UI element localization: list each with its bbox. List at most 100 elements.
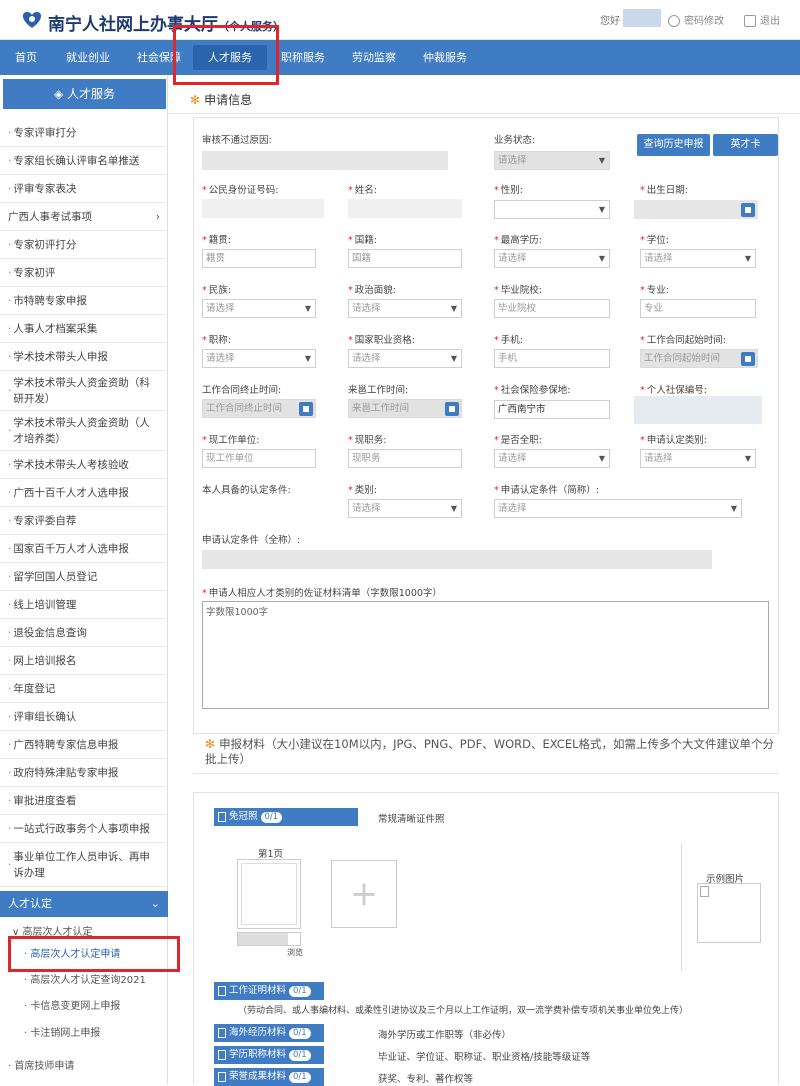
birth-date-label: * 出生日期: xyxy=(640,185,688,196)
talent-card-button[interactable]: 英才卡 xyxy=(713,134,778,156)
nav-home[interactable]: 首页 xyxy=(15,40,37,75)
sidebar-item[interactable]: · 学术技术带头人考核验收 xyxy=(0,451,166,479)
calendar-icon xyxy=(299,402,313,416)
gender-label: * 性别: xyxy=(494,185,523,196)
sidebar-item[interactable]: · 专家评审打分 xyxy=(0,119,166,147)
power-icon xyxy=(668,15,680,27)
file-progress-bar xyxy=(237,932,301,946)
professional-title-label: * 职称: xyxy=(202,335,231,346)
contract-end-date[interactable]: 工作合同终止时间 xyxy=(202,399,316,418)
caret-down-icon: ▼ xyxy=(598,454,605,463)
contract-start-date[interactable]: 工作合同起始时间 xyxy=(640,349,758,368)
application-form: 审核不通过原因: 业务状态: 请选择 ▼ 查询历史申报 英才卡 * 公民身份证号码:… xyxy=(193,117,779,734)
status-select: 请选择 ▼ xyxy=(494,151,610,170)
sidebar-item[interactable]: · 人事人才档案采集 xyxy=(0,315,166,343)
sidebar-item[interactable]: · 留学回国人员登记 xyxy=(0,563,166,591)
materials-list-textarea[interactable]: 字数限1000字 xyxy=(202,601,769,709)
caret-down-icon: ▼ xyxy=(450,354,457,363)
sidebar-item[interactable]: · 国家百千万人才人选申报 xyxy=(0,535,166,563)
query-history-button[interactable]: 查询历史申报 xyxy=(637,134,710,156)
sidebar-item[interactable]: · 学术技术带头人资金资助（科研开发） xyxy=(0,371,166,411)
logout-link[interactable]: 退出 xyxy=(744,12,780,27)
school-input[interactable]: 毕业院校 xyxy=(494,299,610,318)
chevron-right-icon: › xyxy=(155,210,160,223)
employer-label: * 现工作单位: xyxy=(202,435,260,446)
upload-note: （大小建议在10M以内，JPG、PNG、PDF、WORD、EXCEL格式，如需上… xyxy=(205,737,774,766)
full-condition-field xyxy=(202,550,712,569)
major-input[interactable]: 专业 xyxy=(640,299,756,318)
contract-start-label: * 工作合同起始时间: xyxy=(640,335,726,346)
gender-select[interactable]: ▼ xyxy=(494,200,610,219)
sidebar-item[interactable]: · 市特聘专家申报 xyxy=(0,287,166,315)
degree-select[interactable]: 请选择 ▼ xyxy=(640,249,756,268)
id-number-field xyxy=(202,199,324,218)
greeting: 您好 xyxy=(600,16,620,27)
document-icon xyxy=(218,1071,226,1082)
nationality-label: * 国籍: xyxy=(348,235,377,246)
add-file-plus-icon[interactable]: + xyxy=(331,860,397,928)
fulltime-select[interactable]: 请选择 ▼ xyxy=(494,449,610,468)
sidebar-item[interactable]: · 评审专家表决 xyxy=(0,175,166,203)
sidebar-subitem[interactable]: · 卡注销网上申报 xyxy=(24,1024,100,1039)
qualification-select[interactable]: 请选择 ▼ xyxy=(348,349,462,368)
nationality-input[interactable]: 国籍 xyxy=(348,249,462,268)
sidebar-item[interactable]: · 专家评委自荐 xyxy=(0,507,166,535)
sidebar: ◈ 人才服务 · 专家评审打分 · 专家组长确认评审名单推送 · 评审专家表决 广西人… xyxy=(0,75,168,1084)
upload-section-title: ✻ 申报材料（大小建议在10M以内，JPG、PNG、PDF、WORD、EXCEL格… xyxy=(205,737,774,766)
document-icon xyxy=(218,1027,226,1038)
nav-arbitration[interactable]: 仲裁服务 xyxy=(423,40,467,75)
sidebar-subitem[interactable]: · 高层次人才认定查询2021 xyxy=(24,971,146,986)
flower-icon: ✻ xyxy=(205,737,216,751)
nav-employment[interactable]: 就业创业 xyxy=(66,40,110,75)
sidebar-item[interactable]: · 学术技术带头人资金资助（人才培养类） xyxy=(0,411,166,451)
photo-thumbnail[interactable] xyxy=(237,859,301,929)
caret-down-icon: ▼ xyxy=(598,254,605,263)
material-tag-work-proof: 工作证明材料 0/1 xyxy=(214,982,324,1000)
type-select[interactable]: 请选择 ▼ xyxy=(348,499,462,518)
professional-title-select[interactable]: 请选择 ▼ xyxy=(202,349,316,368)
short-condition-select[interactable]: 请选择 ▼ xyxy=(494,499,742,518)
sidebar-item-expandable[interactable]: 广西人事考试事项 › xyxy=(0,203,166,231)
sidebar-item[interactable]: · 网上培训报名 xyxy=(0,647,166,675)
ethnicity-select[interactable]: 请选择 ▼ xyxy=(202,299,316,318)
sidebar-subitem[interactable]: · 卡信息变更网上申报 xyxy=(24,997,120,1012)
phone-input[interactable]: 手机 xyxy=(494,349,610,368)
sidebar-item-chief-technician[interactable]: · 首席技师申请 xyxy=(8,1057,74,1072)
sidebar-item[interactable]: · 退役金信息查询 xyxy=(0,619,166,647)
position-input[interactable]: 现职务 xyxy=(348,449,462,468)
sidebar-group-talent-recognition[interactable]: 人才认定 ⌄ xyxy=(0,891,168,917)
document-icon xyxy=(218,811,226,822)
sidebar-item[interactable]: · 评审组长确认 xyxy=(0,703,166,731)
chevron-down-icon: ⌄ xyxy=(150,897,160,910)
employer-input[interactable]: 现工作单位 xyxy=(202,449,316,468)
main-content: ✻ 申请信息 审核不通过原因: 业务状态: 请选择 ▼ 查询历史申报 英才卡 * 公民… xyxy=(168,75,800,1086)
sidebar-item[interactable]: · 政府特殊津贴专家申报 xyxy=(0,759,166,787)
social-security-no-label: * 个人社保编号: xyxy=(640,385,707,396)
arrival-time-date[interactable]: 来邕工作时间 xyxy=(348,399,462,418)
political-status-select[interactable]: 请选择 ▼ xyxy=(348,299,462,318)
sidebar-item[interactable]: · 专家初评打分 xyxy=(0,231,166,259)
document-icon xyxy=(218,1049,226,1060)
browse-button[interactable]: 浏览 xyxy=(287,947,303,958)
material-tag-education: 学历职称材料 0/1 xyxy=(214,1046,324,1064)
sidebar-item[interactable]: · 线上培训管理 xyxy=(0,591,166,619)
sidebar-item[interactable]: · 专家组长确认评审名单推送 xyxy=(0,147,166,175)
nav-title-service[interactable]: 职称服务 xyxy=(281,40,325,75)
degree-label: * 学位: xyxy=(640,235,669,246)
education-select[interactable]: 请选择 ▼ xyxy=(494,249,610,268)
sidebar-item[interactable]: · 专家初评 xyxy=(0,259,166,287)
change-password-link[interactable]: 密码修改 xyxy=(668,12,724,27)
category-select[interactable]: 请选择 ▼ xyxy=(640,449,756,468)
sidebar-item[interactable]: · 学术技术带头人申报 xyxy=(0,343,166,371)
sidebar-item[interactable]: · 年度登记 xyxy=(0,675,166,703)
sidebar-item[interactable]: · 广西十百千人才人选申报 xyxy=(0,479,166,507)
sidebar-item[interactable]: · 审批进度查看 xyxy=(0,787,166,815)
native-place-input[interactable]: 籍贯 xyxy=(202,249,316,268)
id-number-label: * 公民身份证号码: xyxy=(202,185,279,196)
insurance-place-input[interactable]: 广西南宁市 xyxy=(494,400,610,419)
sidebar-item[interactable]: · 广西特聘专家信息申报 xyxy=(0,731,166,759)
sidebar-item[interactable]: · 事业单位工作人员申诉、再申诉办理 xyxy=(0,843,166,887)
nav-labor-inspection[interactable]: 劳动监察 xyxy=(352,40,396,75)
logout-icon xyxy=(744,15,756,27)
sidebar-item[interactable]: · 一站式行政事务个人事项申报 xyxy=(0,815,166,843)
